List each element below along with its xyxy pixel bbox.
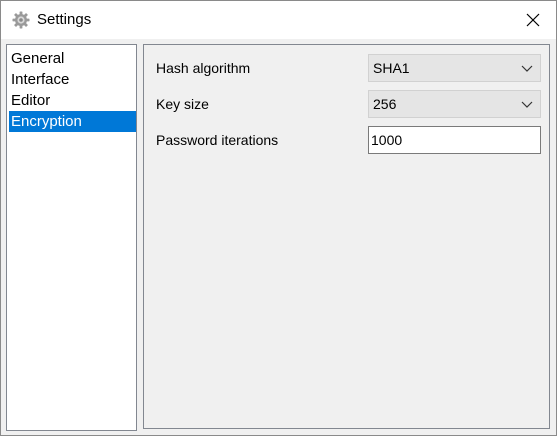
hash-algorithm-value: SHA1	[373, 60, 410, 76]
category-list: General Interface Editor Encryption	[6, 44, 137, 431]
encryption-settings-panel: Hash algorithm SHA1 Key size 256 Passwor…	[143, 44, 550, 429]
key-size-label: Key size	[156, 96, 209, 112]
sidebar-item-encryption[interactable]: Encryption	[9, 111, 136, 132]
sidebar-item-interface[interactable]: Interface	[9, 69, 136, 90]
chevron-down-icon	[521, 65, 533, 72]
title-bar: Settings	[1, 1, 556, 39]
settings-window: Settings General Interface Editor Encryp…	[0, 0, 557, 436]
key-size-dropdown[interactable]: 256	[368, 90, 541, 118]
password-iterations-label: Password iterations	[156, 132, 279, 148]
password-iterations-input[interactable]	[369, 127, 540, 153]
chevron-down-icon	[521, 101, 533, 108]
close-icon	[526, 13, 540, 27]
hash-algorithm-dropdown[interactable]: SHA1	[368, 54, 541, 82]
gear-icon	[12, 11, 30, 29]
window-title: Settings	[37, 11, 92, 28]
password-iterations-field[interactable]	[368, 126, 541, 154]
key-size-value: 256	[373, 96, 397, 112]
hash-algorithm-label: Hash algorithm	[156, 60, 251, 76]
sidebar-item-editor[interactable]: Editor	[9, 90, 136, 111]
sidebar-item-general[interactable]: General	[9, 48, 136, 69]
close-button[interactable]	[510, 1, 556, 39]
